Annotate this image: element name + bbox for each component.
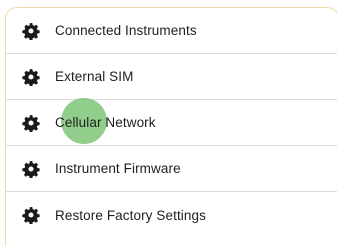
menu-item-label: External SIM bbox=[55, 69, 134, 84]
menu-item-label: Cellular Network bbox=[55, 115, 156, 130]
menu-item-label: Connected Instruments bbox=[55, 23, 197, 38]
gear-icon bbox=[22, 68, 40, 86]
gear-icon bbox=[22, 22, 40, 40]
menu-item-instrument-firmware[interactable]: Instrument Firmware bbox=[6, 146, 337, 192]
menu-item-label: Instrument Firmware bbox=[55, 161, 181, 176]
settings-menu-panel: Connected Instruments External SIM Cellu… bbox=[5, 7, 337, 246]
menu-item-external-sim[interactable]: External SIM bbox=[6, 54, 337, 100]
gear-icon bbox=[22, 114, 40, 132]
gear-icon bbox=[22, 160, 40, 178]
gear-icon bbox=[22, 207, 40, 224]
settings-screen: Connected Instruments External SIM Cellu… bbox=[0, 0, 337, 246]
settings-menu-list: Connected Instruments External SIM Cellu… bbox=[6, 8, 337, 238]
menu-item-connected-instruments[interactable]: Connected Instruments bbox=[6, 8, 337, 54]
menu-item-restore-factory-settings[interactable]: Restore Factory Settings bbox=[6, 192, 337, 238]
menu-item-label: Restore Factory Settings bbox=[55, 207, 206, 223]
menu-item-cellular-network[interactable]: Cellular Network bbox=[6, 100, 337, 146]
